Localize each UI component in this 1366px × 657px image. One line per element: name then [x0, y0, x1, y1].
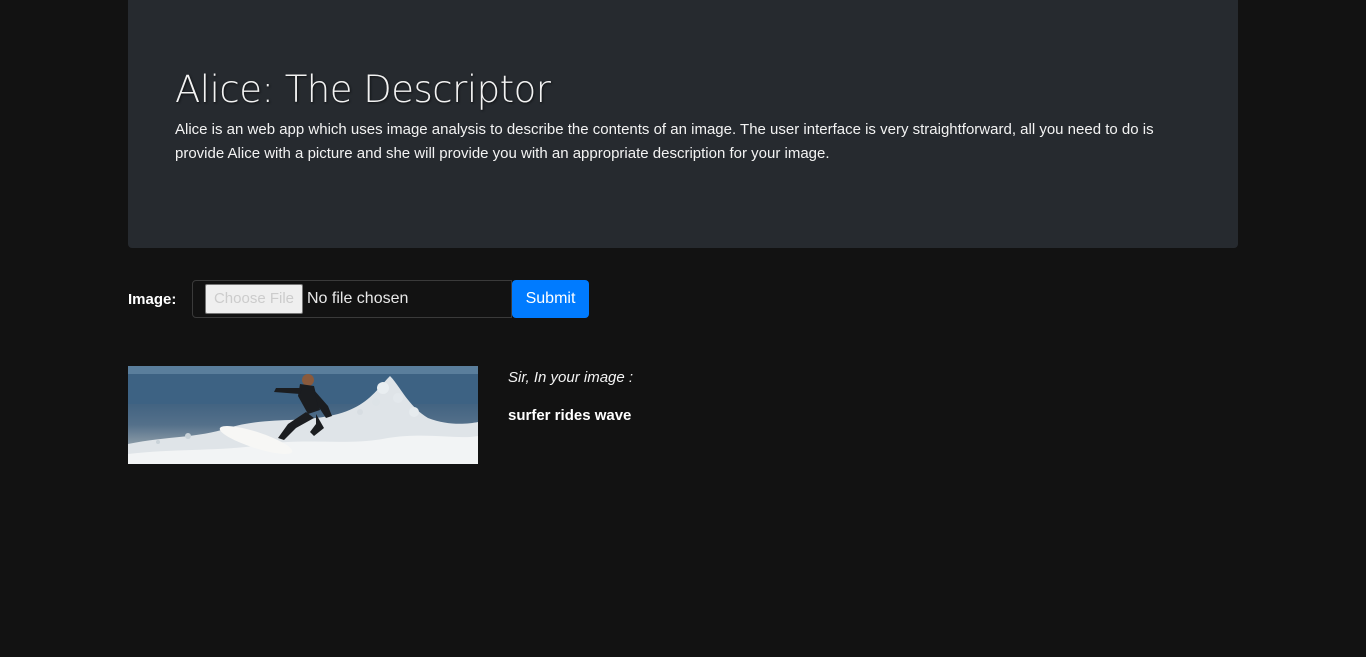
upload-form: Image: Choose File No file chosen Submit [128, 280, 589, 318]
result-caption: Sir, In your image : surfer rides wave [508, 366, 633, 464]
surfer-image [128, 366, 478, 464]
image-label: Image: [128, 290, 177, 308]
intro-banner: Alice: The Descriptor Alice is an web ap… [128, 0, 1238, 248]
page-title: Alice: The Descriptor [175, 68, 551, 111]
file-input[interactable]: Choose File No file chosen [192, 280, 512, 318]
result-intro: Sir, In your image : [508, 369, 634, 386]
submit-button[interactable]: Submit [512, 280, 589, 318]
page-description: Alice is an web app which uses image ana… [175, 121, 1154, 162]
no-file-text: No file chosen [307, 290, 409, 307]
choose-file-button[interactable]: Choose File [205, 284, 303, 314]
result-description: surfer rides wave [508, 407, 632, 424]
uploaded-image [128, 366, 478, 464]
result-section: Sir, In your image : surfer rides wave [128, 366, 633, 464]
main-container: Alice: The Descriptor Alice is an web ap… [128, 0, 1238, 464]
